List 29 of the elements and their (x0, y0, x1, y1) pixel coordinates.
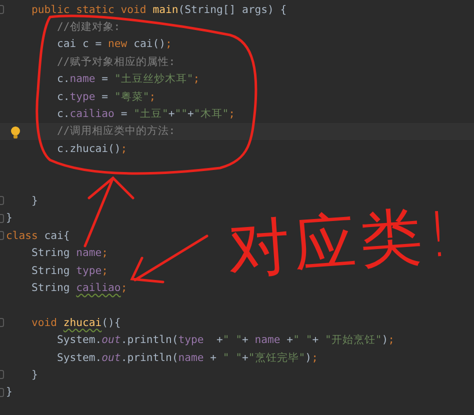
code-line: String cailiao; (32, 282, 128, 294)
code-line: class cai{ (6, 230, 70, 242)
code-line: //创建对象: (57, 20, 120, 34)
fold-marker-icon[interactable] (0, 388, 4, 397)
fold-marker-icon[interactable] (0, 196, 4, 206)
code-line: c.name = "土豆丝炒木耳"; (57, 72, 200, 86)
code-line: c.type = "粤菜"; (57, 90, 156, 104)
code-line: public static void main(String[] args) { (32, 4, 287, 16)
lightbulb-icon[interactable] (10, 126, 21, 139)
fold-marker-icon[interactable] (0, 231, 4, 240)
code-line: //调用相应类中的方法: (57, 124, 176, 138)
code-line: } (32, 368, 38, 381)
code-line: String type; (32, 264, 108, 277)
code-line: } (6, 386, 12, 398)
code-line: c.cailiao = "土豆"+""+"木耳"; (57, 107, 236, 122)
fold-marker-icon[interactable] (0, 318, 4, 328)
fold-marker-icon[interactable] (0, 5, 4, 14)
code-line: System.out.println(name + " "+"烹饪完毕"); (57, 350, 318, 364)
code-line: } (6, 212, 12, 224)
code-line: String name; (32, 247, 108, 260)
code-line: //赋予对象相应的属性: (57, 54, 176, 69)
handwritten-note: 对应类! (225, 196, 458, 288)
code-line: c.zhucai(); (57, 142, 128, 155)
fold-marker-icon[interactable] (0, 370, 4, 380)
code-line: void zhucai(){ (32, 316, 121, 329)
code-line: cai c = new cai(); (57, 38, 172, 50)
fold-marker-icon[interactable] (0, 214, 4, 223)
code-line: System.out.println(type +" "+ name +" "+ "开始烹饪"); (57, 333, 395, 348)
code-line: } (32, 194, 38, 207)
